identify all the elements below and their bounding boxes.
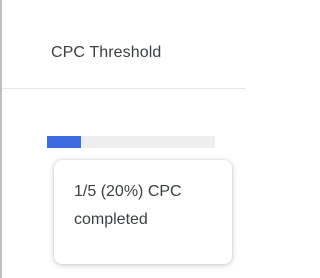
tooltip-text: 1/5 (20%) CPC completed (74, 178, 226, 234)
cpc-progress-bar[interactable] (47, 136, 215, 148)
tooltip-line-1: 1/5 (20%) CPC (74, 183, 182, 200)
tooltip-line-2: completed (74, 211, 148, 228)
column-header: CPC Threshold (2, 0, 246, 88)
cpc-progress-fill (47, 136, 81, 148)
header-divider (2, 88, 246, 89)
column-header-title: CPC Threshold (51, 44, 162, 61)
cpc-threshold-panel: CPC Threshold 1/5 (20%) CPC completed (0, 0, 246, 278)
progress-tooltip: 1/5 (20%) CPC completed (54, 160, 232, 264)
